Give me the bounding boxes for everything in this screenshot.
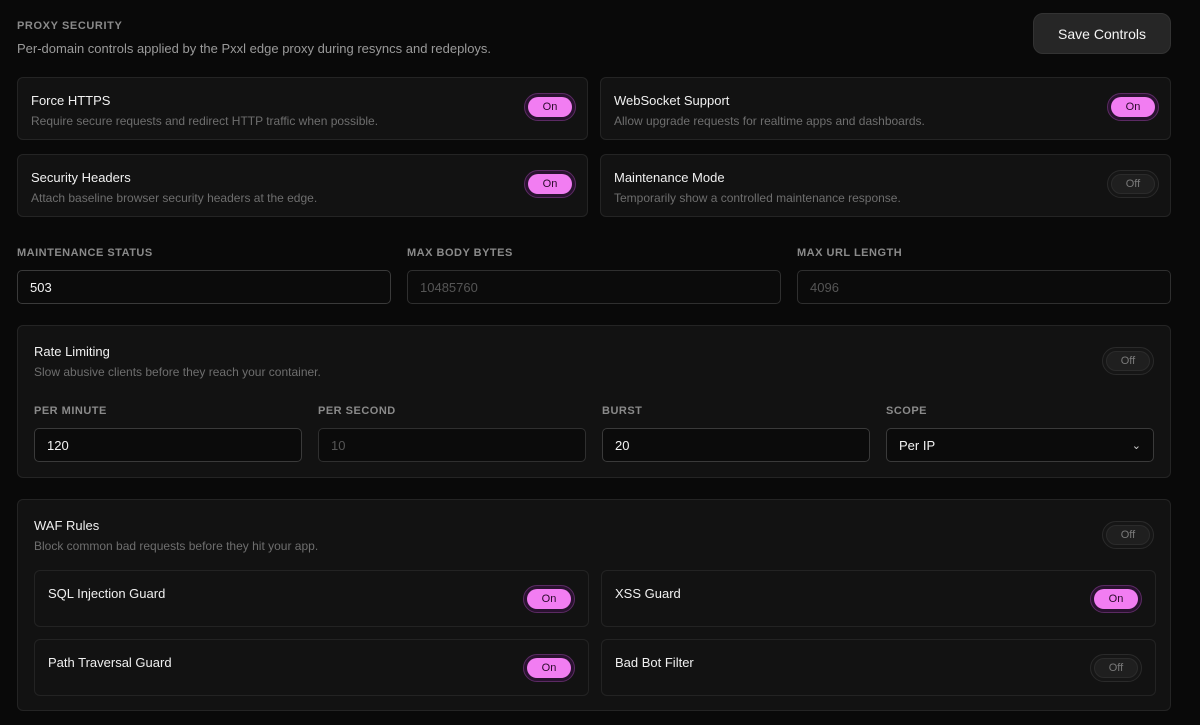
chevron-down-icon: ⌄	[1131, 439, 1141, 452]
max-url-length-input[interactable]: 4096	[797, 270, 1171, 304]
bad-bot-filter-toggle[interactable]: Off	[1090, 654, 1142, 682]
section-header: PROXY SECURITY Per-domain controls appli…	[17, 13, 1171, 78]
max-body-bytes-label: MAX BODY BYTES	[407, 247, 513, 259]
xss-guard-card: XSS Guard On	[601, 570, 1156, 627]
path-traversal-guard-title: Path Traversal Guard	[48, 655, 172, 670]
rate-limiting-card: Rate Limiting Slow abusive clients befor…	[17, 325, 1171, 478]
force-https-description: Require secure requests and redirect HTT…	[31, 114, 379, 128]
scope-selected-value: Per IP	[899, 437, 936, 453]
maintenance-mode-description: Temporarily show a controlled maintenanc…	[614, 191, 901, 205]
rate-limiting-toggle[interactable]: Off	[1102, 347, 1154, 375]
security-headers-title: Security Headers	[31, 170, 131, 185]
maintenance-mode-toggle-label: Off	[1111, 174, 1155, 194]
waf-rules-description: Block common bad requests before they hi…	[34, 539, 319, 553]
scope-select[interactable]: Per IP ⌄	[886, 428, 1154, 462]
scope-label: SCOPE	[886, 405, 928, 417]
xss-guard-title: XSS Guard	[615, 586, 681, 601]
sql-injection-guard-card: SQL Injection Guard On	[34, 570, 589, 627]
sql-injection-guard-toggle[interactable]: On	[523, 585, 575, 613]
websocket-support-toggle-label: On	[1111, 97, 1155, 117]
per-second-label: PER SECOND	[318, 405, 396, 417]
maintenance-mode-title: Maintenance Mode	[614, 170, 725, 185]
force-https-card: Force HTTPS Require secure requests and …	[17, 77, 588, 140]
security-headers-description: Attach baseline browser security headers…	[31, 191, 318, 205]
maintenance-status-input[interactable]: 503	[17, 270, 391, 304]
security-headers-card: Security Headers Attach baseline browser…	[17, 154, 588, 217]
per-second-input[interactable]: 10	[318, 428, 586, 462]
maintenance-mode-card: Maintenance Mode Temporarily show a cont…	[600, 154, 1171, 217]
path-traversal-guard-toggle[interactable]: On	[523, 654, 575, 682]
websocket-support-title: WebSocket Support	[614, 93, 730, 108]
xss-guard-toggle-label: On	[1094, 589, 1138, 609]
burst-label: BURST	[602, 405, 643, 417]
path-traversal-guard-card: Path Traversal Guard On	[34, 639, 589, 696]
path-traversal-guard-toggle-label: On	[527, 658, 571, 678]
burst-input[interactable]: 20	[602, 428, 870, 462]
per-minute-label: PER MINUTE	[34, 405, 107, 417]
save-controls-button[interactable]: Save Controls	[1033, 13, 1171, 54]
rate-limiting-title: Rate Limiting	[34, 344, 110, 359]
websocket-support-toggle[interactable]: On	[1107, 93, 1159, 121]
waf-rules-title: WAF Rules	[34, 518, 100, 533]
bad-bot-filter-card: Bad Bot Filter Off	[601, 639, 1156, 696]
waf-rules-toggle-label: Off	[1106, 525, 1150, 545]
sql-injection-guard-title: SQL Injection Guard	[48, 586, 166, 601]
section-title: PROXY SECURITY	[17, 20, 123, 32]
force-https-toggle-label: On	[528, 97, 572, 117]
websocket-support-card: WebSocket Support Allow upgrade requests…	[600, 77, 1171, 140]
force-https-toggle[interactable]: On	[524, 93, 576, 121]
maintenance-mode-toggle[interactable]: Off	[1107, 170, 1159, 198]
waf-rules-card: WAF Rules Block common bad requests befo…	[17, 499, 1171, 711]
bad-bot-filter-toggle-label: Off	[1094, 658, 1138, 678]
security-headers-toggle-label: On	[528, 174, 572, 194]
rate-limiting-toggle-label: Off	[1106, 351, 1150, 371]
per-minute-input[interactable]: 120	[34, 428, 302, 462]
max-body-bytes-input[interactable]: 10485760	[407, 270, 781, 304]
force-https-title: Force HTTPS	[31, 93, 111, 108]
max-url-length-label: MAX URL LENGTH	[797, 247, 903, 259]
proxy-security-page: PROXY SECURITY Per-domain controls appli…	[0, 0, 1200, 725]
security-headers-toggle[interactable]: On	[524, 170, 576, 198]
bad-bot-filter-title: Bad Bot Filter	[615, 655, 694, 670]
rate-limiting-description: Slow abusive clients before they reach y…	[34, 365, 321, 379]
section-subtitle: Per-domain controls applied by the Pxxl …	[17, 41, 492, 56]
xss-guard-toggle[interactable]: On	[1090, 585, 1142, 613]
maintenance-status-label: MAINTENANCE STATUS	[17, 247, 153, 259]
sql-injection-guard-toggle-label: On	[527, 589, 571, 609]
websocket-support-description: Allow upgrade requests for realtime apps…	[614, 114, 925, 128]
waf-rules-toggle[interactable]: Off	[1102, 521, 1154, 549]
